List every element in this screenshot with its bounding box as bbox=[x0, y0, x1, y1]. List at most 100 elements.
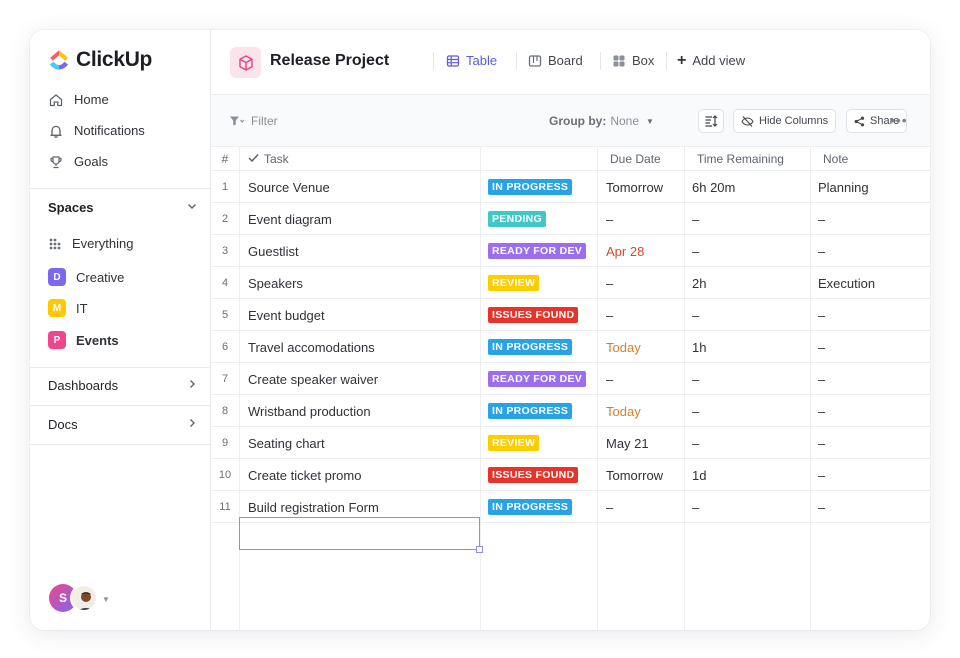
caret-down-icon[interactable]: ▼ bbox=[102, 595, 110, 604]
table-row[interactable]: 3 Guestlist READY FOR DEV Apr 28 – – bbox=[211, 235, 930, 267]
note-cell[interactable]: – bbox=[818, 363, 825, 395]
docs-section[interactable]: Docs bbox=[48, 417, 198, 432]
status-cell[interactable]: IN PROGRESS bbox=[488, 171, 573, 203]
time-remaining-cell[interactable]: – bbox=[692, 427, 699, 459]
note-cell[interactable]: – bbox=[818, 299, 825, 331]
group-by-dropdown[interactable]: Group by: None ▼ bbox=[549, 114, 654, 128]
table-row[interactable]: 2 Event diagram PENDING – – – bbox=[211, 203, 930, 235]
note-cell[interactable]: – bbox=[818, 203, 825, 235]
table-row[interactable]: 9 Seating chart REVIEW May 21 – – bbox=[211, 427, 930, 459]
dashboards-label: Dashboards bbox=[48, 378, 119, 393]
task-name[interactable]: Guestlist bbox=[248, 235, 299, 267]
table-row[interactable]: 6 Travel accomodations IN PROGRESS Today 1h – bbox=[211, 331, 930, 363]
due-date-cell[interactable]: – bbox=[606, 299, 613, 331]
filter-button[interactable]: Filter bbox=[229, 114, 278, 128]
task-name[interactable]: Seating chart bbox=[248, 427, 325, 459]
hide-columns-button[interactable]: Hide Columns bbox=[733, 109, 837, 133]
status-cell[interactable]: IN PROGRESS bbox=[488, 331, 573, 363]
time-remaining-cell[interactable]: 1d bbox=[692, 459, 706, 491]
clickup-logo[interactable]: ClickUp bbox=[48, 48, 152, 72]
space-item-it[interactable]: M IT bbox=[48, 299, 88, 317]
note-cell[interactable]: – bbox=[818, 395, 825, 427]
due-date-cell[interactable]: Today bbox=[606, 395, 641, 427]
task-name[interactable]: Speakers bbox=[248, 267, 303, 299]
note-cell[interactable]: Execution bbox=[818, 267, 875, 299]
task-name[interactable]: Source Venue bbox=[248, 171, 330, 203]
header-time-remaining[interactable]: Time Remaining bbox=[697, 147, 784, 171]
due-date-cell[interactable]: Today bbox=[606, 331, 641, 363]
row-number: 11 bbox=[219, 501, 231, 513]
table-row[interactable]: 4 Speakers REVIEW – 2h Execution bbox=[211, 267, 930, 299]
header-task[interactable]: Task bbox=[248, 147, 289, 171]
row-number: 1 bbox=[221, 181, 229, 193]
status-badge: IN PROGRESS bbox=[488, 499, 573, 515]
more-options-icon[interactable]: ••• bbox=[890, 112, 908, 128]
table-row[interactable]: 8 Wristband production IN PROGRESS Today – – bbox=[211, 395, 930, 427]
task-name[interactable]: Event budget bbox=[248, 299, 325, 331]
task-name[interactable]: Travel accomodations bbox=[248, 331, 375, 363]
due-date-cell[interactable]: Tomorrow bbox=[606, 171, 663, 203]
sort-button[interactable] bbox=[698, 109, 724, 133]
table-row[interactable]: 10 Create ticket promo ISSUES FOUND Tomorro… bbox=[211, 459, 930, 491]
time-remaining-cell[interactable]: 6h 20m bbox=[692, 171, 735, 203]
tab-box[interactable]: Box bbox=[612, 53, 654, 68]
task-name[interactable]: Wristband production bbox=[248, 395, 371, 427]
time-remaining-cell[interactable]: – bbox=[692, 363, 699, 395]
tab-board[interactable]: Board bbox=[528, 53, 583, 68]
status-cell[interactable]: PENDING bbox=[488, 203, 546, 235]
time-remaining-cell[interactable]: 1h bbox=[692, 331, 706, 363]
note-cell[interactable]: – bbox=[818, 491, 825, 523]
time-remaining-cell[interactable]: – bbox=[692, 395, 699, 427]
status-cell[interactable]: IN PROGRESS bbox=[488, 395, 573, 427]
spaces-section-header[interactable]: Spaces bbox=[48, 200, 198, 215]
header-due-date[interactable]: Due Date bbox=[610, 147, 661, 171]
time-remaining-cell[interactable]: – bbox=[692, 235, 699, 267]
dashboards-section[interactable]: Dashboards bbox=[48, 378, 198, 393]
status-cell[interactable]: READY FOR DEV bbox=[488, 363, 587, 395]
table-row[interactable]: 5 Event budget ISSUES FOUND – – – bbox=[211, 299, 930, 331]
space-item-everything[interactable]: Everything bbox=[48, 236, 133, 251]
chevron-down-icon[interactable] bbox=[186, 200, 198, 215]
status-cell[interactable]: REVIEW bbox=[488, 267, 540, 299]
status-cell[interactable]: REVIEW bbox=[488, 427, 540, 459]
due-date-cell[interactable]: – bbox=[606, 267, 613, 299]
caret-down-icon: ▼ bbox=[646, 116, 654, 126]
add-view-button[interactable]: + Add view bbox=[677, 52, 745, 68]
note-cell[interactable]: Planning bbox=[818, 171, 869, 203]
table-row[interactable]: 1 Source Venue IN PROGRESS Tomorrow 6h 20m Pl… bbox=[211, 171, 930, 203]
due-date-cell[interactable]: – bbox=[606, 491, 613, 523]
task-name[interactable]: Create speaker waiver bbox=[248, 363, 378, 395]
task-name[interactable]: Event diagram bbox=[248, 203, 332, 235]
note-cell[interactable]: – bbox=[818, 427, 825, 459]
space-item-events[interactable]: P Events bbox=[48, 331, 119, 349]
nav-goals[interactable]: Goals bbox=[48, 154, 108, 169]
cell-resize-handle[interactable] bbox=[476, 546, 483, 553]
tab-table[interactable]: Table bbox=[446, 53, 497, 68]
time-remaining-cell[interactable]: – bbox=[692, 491, 699, 523]
task-name[interactable]: Create ticket promo bbox=[248, 459, 361, 491]
due-date-cell[interactable]: Tomorrow bbox=[606, 459, 663, 491]
header-note[interactable]: Note bbox=[823, 147, 848, 171]
teammate-avatar[interactable] bbox=[70, 584, 98, 612]
note-cell[interactable]: – bbox=[818, 459, 825, 491]
status-cell[interactable]: ISSUES FOUND bbox=[488, 459, 579, 491]
table-header: # Task Due Date Time Remaining Note bbox=[211, 147, 930, 171]
note-cell[interactable]: – bbox=[818, 235, 825, 267]
nav-home[interactable]: Home bbox=[48, 92, 109, 107]
due-date-cell[interactable]: – bbox=[606, 363, 613, 395]
space-item-creative[interactable]: D Creative bbox=[48, 268, 124, 286]
status-cell[interactable]: READY FOR DEV bbox=[488, 235, 587, 267]
time-remaining-cell[interactable]: – bbox=[692, 299, 699, 331]
status-cell[interactable]: ISSUES FOUND bbox=[488, 299, 579, 331]
nav-notifications[interactable]: Notifications bbox=[48, 123, 145, 138]
space-badge: M bbox=[48, 299, 66, 317]
table-row[interactable]: 7 Create speaker waiver READY FOR DEV – – – bbox=[211, 363, 930, 395]
due-date-cell[interactable]: May 21 bbox=[606, 427, 649, 459]
note-cell[interactable]: – bbox=[818, 331, 825, 363]
space-item-label: Creative bbox=[76, 269, 125, 285]
status-cell[interactable]: IN PROGRESS bbox=[488, 491, 573, 523]
due-date-cell[interactable]: – bbox=[606, 203, 613, 235]
time-remaining-cell[interactable]: 2h bbox=[692, 267, 706, 299]
time-remaining-cell[interactable]: – bbox=[692, 203, 699, 235]
due-date-cell[interactable]: Apr 28 bbox=[606, 235, 644, 267]
